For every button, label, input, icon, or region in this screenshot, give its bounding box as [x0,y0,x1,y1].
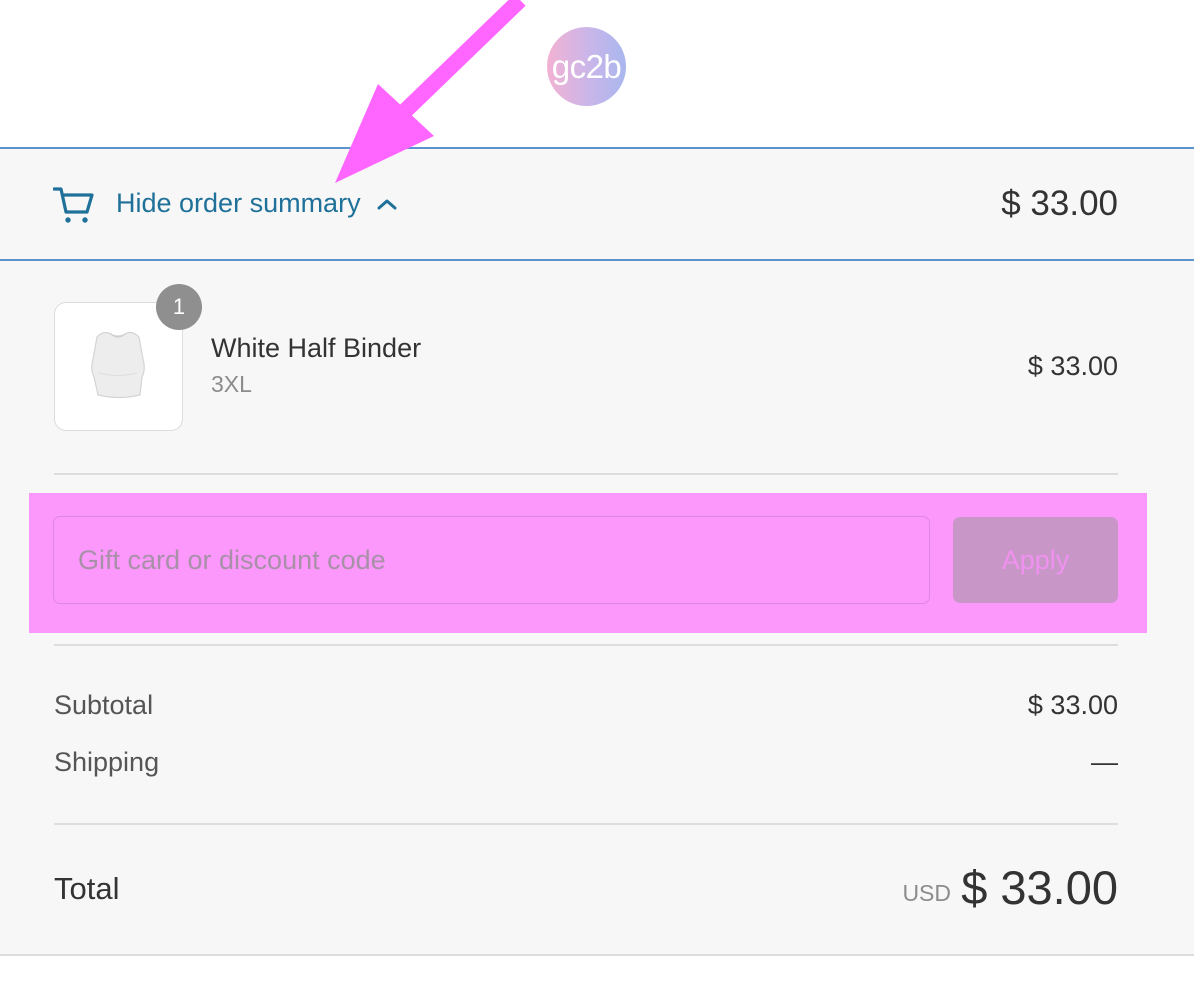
total-label: Total [54,871,120,906]
chevron-up-icon [377,199,397,210]
divider [54,823,1118,825]
product-name: White Half Binder [211,333,422,363]
bottom-divider [0,954,1194,956]
order-summary-toggle[interactable]: Hide order summary $ 33.00 [0,147,1194,261]
order-summary-total: $ 33.00 [1001,184,1118,223]
order-summary-panel: 1 White Half Binder 3XL $ 33.00 Apply Su… [0,261,1194,955]
total-currency: USD [902,880,951,906]
checkout-header: gc2b [0,0,1194,148]
shipping-label: Shipping [54,747,160,777]
subtotal-label: Subtotal [54,690,154,720]
brand-logo[interactable]: gc2b [547,27,626,106]
divider [54,644,1118,646]
total-value: $ 33.00 [961,861,1118,914]
shipping-value: — [1091,747,1118,777]
discount-section: Apply [29,493,1147,633]
apply-discount-button[interactable]: Apply [953,517,1118,603]
subtotal-value: $ 33.00 [1027,690,1118,720]
shopping-cart-icon [53,187,94,223]
divider [54,473,1118,475]
quantity-badge: 1 [156,284,202,330]
product-price: $ 33.00 [1027,351,1118,381]
order-summary-toggle-label[interactable]: Hide order summary [116,187,361,219]
product-variant: 3XL [211,371,252,397]
discount-code-input[interactable] [53,516,930,604]
